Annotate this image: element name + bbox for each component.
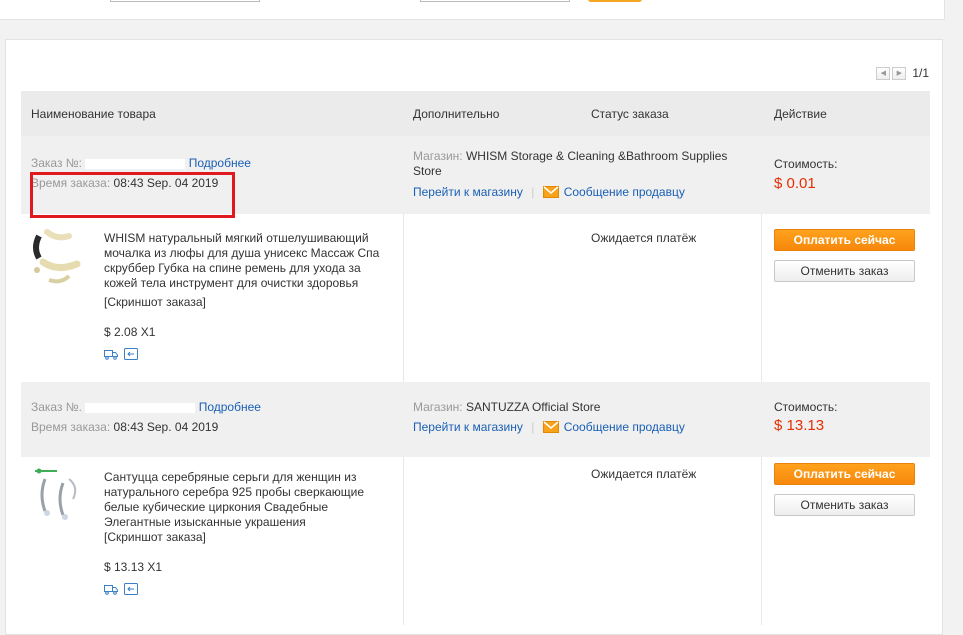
cost-value: $ 0.01 — [774, 175, 816, 192]
product-title[interactable]: Сантуцца серебряные серьги для женщин из… — [104, 470, 394, 530]
top-filter-bar — [0, 0, 945, 20]
store-name[interactable]: WHISM Storage & Cleaning &Bathroom Suppl… — [466, 149, 727, 163]
product-thumbnail[interactable] — [29, 226, 85, 288]
store-label: Магазин: — [413, 149, 463, 163]
pagination: ◀ ▶ 1/1 — [876, 66, 929, 80]
table-header: Наименование товара Дополнительно Статус… — [21, 91, 930, 136]
envelope-icon[interactable] — [542, 186, 559, 198]
order-time-label: Время заказа: — [31, 176, 111, 190]
pay-now-button[interactable]: Оплатить сейчас — [774, 229, 915, 251]
header-product: Наименование товара — [31, 106, 156, 121]
order-snapshot-link[interactable]: [Скриншот заказа] — [104, 295, 206, 309]
message-seller-link[interactable]: Сообщение продавцу — [564, 185, 685, 199]
link-separator: | — [531, 420, 535, 434]
order-number-masked — [85, 402, 196, 413]
order-status: Ожидается платёж — [591, 231, 697, 245]
order-item: Заказ №: Подробнее Время заказа: 08:43 S… — [21, 136, 930, 382]
filter-search-button[interactable] — [588, 0, 642, 2]
order-details-link[interactable]: Подробнее — [199, 400, 261, 414]
order-time-label: Время заказа: — [31, 420, 111, 434]
unit-price: $ 2.08 X1 — [104, 325, 156, 339]
order-time-value: 08:43 Sep. 04 2019 — [113, 420, 219, 434]
order-number-label: Заказ №. — [31, 400, 83, 414]
return-icon[interactable] — [124, 348, 138, 360]
order-number-label: Заказ №: — [31, 156, 83, 170]
cancel-order-button[interactable]: Отменить заказ — [774, 260, 915, 282]
goto-store-link[interactable]: Перейти к магазину — [413, 420, 523, 434]
message-seller-link[interactable]: Сообщение продавцу — [564, 420, 685, 434]
order-status: Ожидается платёж — [591, 467, 697, 481]
orders-table: Наименование товара Дополнительно Статус… — [21, 91, 930, 625]
order-item: Заказ №. Подробнее Время заказа: 08:43 S… — [21, 382, 930, 625]
store-name-cont[interactable]: Store — [413, 164, 442, 178]
chevron-right-icon[interactable]: ▶ — [892, 66, 907, 80]
link-separator: | — [531, 185, 535, 199]
order-time-value: 08:43 Sep. 04 2019 — [113, 176, 219, 190]
filter-input-2[interactable] — [420, 0, 570, 2]
order-number-masked — [85, 158, 186, 169]
cost-label: Стоимость: — [774, 400, 838, 414]
cancel-order-button[interactable]: Отменить заказ — [774, 494, 915, 516]
product-thumbnail[interactable] — [29, 465, 85, 527]
chevron-left-icon[interactable]: ◀ — [876, 66, 891, 80]
unit-price: $ 13.13 X1 — [104, 560, 163, 574]
truck-icon[interactable] — [104, 348, 118, 360]
header-status: Статус заказа — [591, 106, 669, 121]
header-additional: Дополнительно — [413, 106, 500, 121]
cost-value: $ 13.13 — [774, 417, 825, 434]
header-action: Действие — [774, 106, 827, 121]
order-details-link[interactable]: Подробнее — [189, 156, 251, 170]
cost-label: Стоимость: — [774, 157, 838, 171]
pagination-text: 1/1 — [912, 66, 929, 80]
orders-panel: ◀ ▶ 1/1 Наименование товара Дополнительн… — [5, 39, 943, 635]
truck-icon[interactable] — [104, 583, 118, 595]
store-name[interactable]: SANTUZZA Official Store — [466, 400, 600, 414]
order-header: Заказ №. Подробнее Время заказа: 08:43 S… — [21, 382, 930, 457]
order-product-row: WHISM натуральный мягкий отшелушивающий … — [21, 214, 930, 382]
store-label: Магазин: — [413, 400, 463, 414]
order-snapshot-link[interactable]: [Скриншот заказа] — [104, 530, 206, 544]
return-icon[interactable] — [124, 583, 138, 595]
product-title[interactable]: WHISM натуральный мягкий отшелушивающий … — [104, 231, 394, 291]
filter-input-1[interactable] — [110, 0, 260, 2]
order-product-row: Сантуцца серебряные серьги для женщин из… — [21, 457, 930, 625]
goto-store-link[interactable]: Перейти к магазину — [413, 185, 523, 199]
pay-now-button[interactable]: Оплатить сейчас — [774, 463, 915, 485]
envelope-icon[interactable] — [542, 421, 559, 433]
order-header: Заказ №: Подробнее Время заказа: 08:43 S… — [21, 136, 930, 214]
